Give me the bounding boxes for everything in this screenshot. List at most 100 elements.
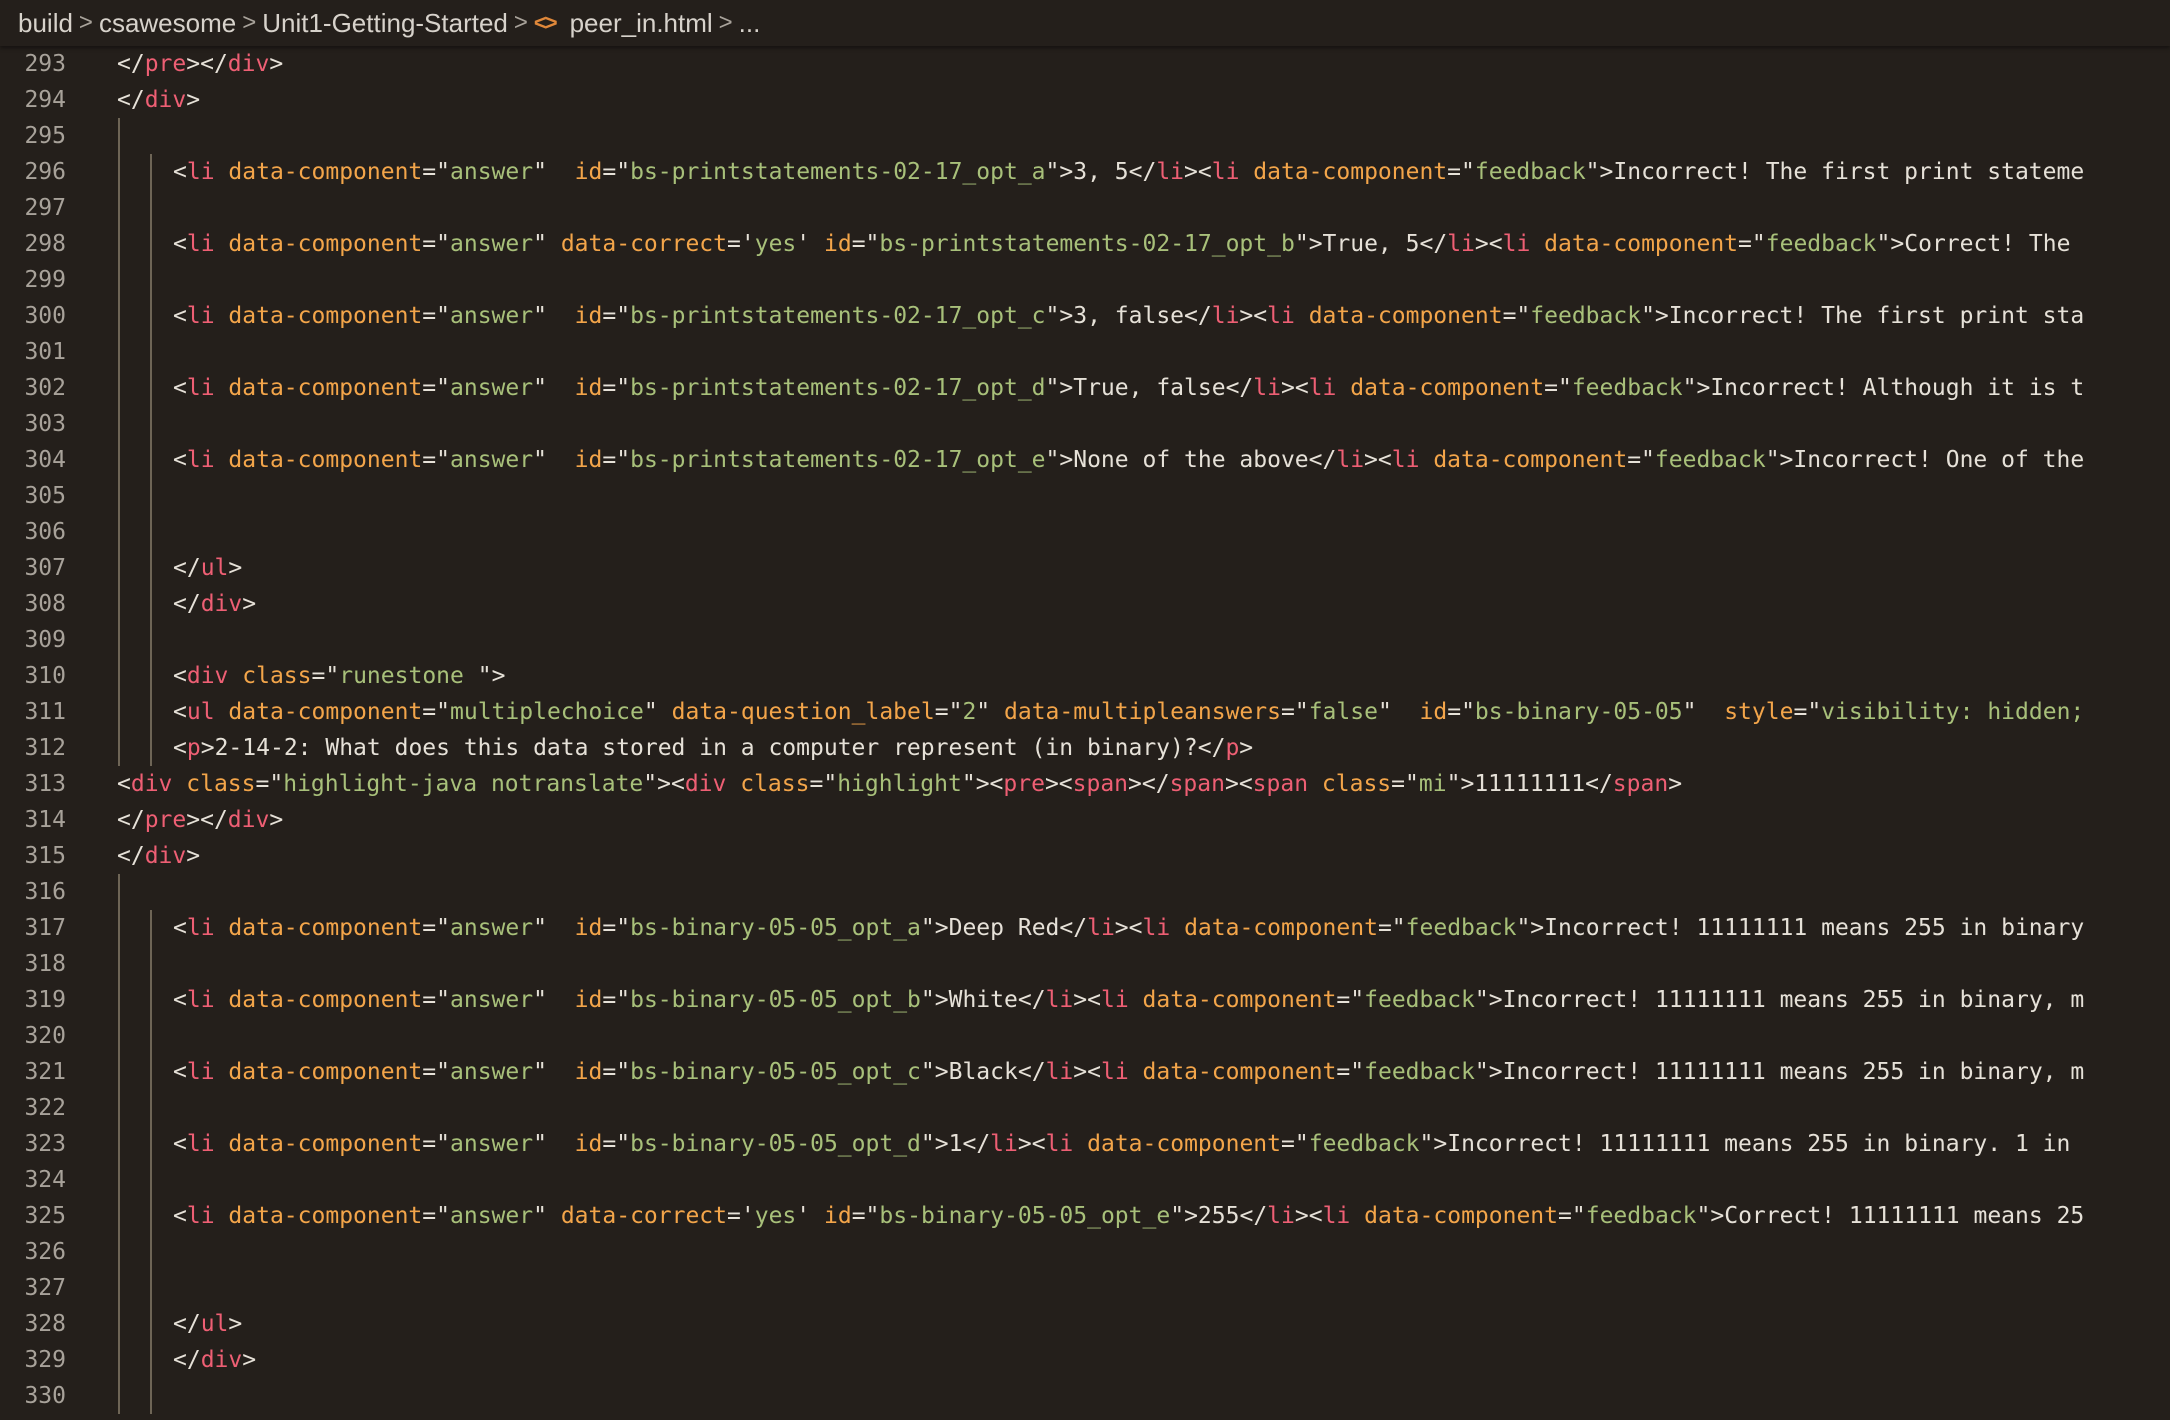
indent-guide xyxy=(118,874,120,910)
code-line[interactable]: 326 xyxy=(0,1234,2170,1270)
code-token: = xyxy=(422,447,437,473)
code-token: " xyxy=(616,303,631,329)
code-line[interactable]: 318 xyxy=(0,946,2170,982)
code-line[interactable]: 317 <li data-component="answer" id="bs-bi… xyxy=(0,910,2170,946)
code-token: </ xyxy=(117,807,145,833)
code-line[interactable]: 294 </div> xyxy=(0,82,2170,118)
code-line[interactable]: 312 <p>2-14-2: What does this data stored… xyxy=(0,730,2170,766)
code-token: " xyxy=(616,159,631,185)
code-token: < xyxy=(173,735,187,761)
code-token: " xyxy=(1294,1131,1309,1157)
line-content: <li data-component="answer" id="bs-binar… xyxy=(173,1054,2084,1090)
code-token: < xyxy=(173,447,187,473)
code-token: " xyxy=(436,159,451,185)
code-token: = xyxy=(255,771,270,797)
code-line[interactable]: 301 xyxy=(0,334,2170,370)
code-token: >< xyxy=(1017,1131,1046,1157)
code-line[interactable]: 310 <div class="runestone "> xyxy=(0,658,2170,694)
code-token: > xyxy=(228,1311,243,1337)
breadcrumb-item-file[interactable]: peer_in.html xyxy=(570,8,713,39)
code-line[interactable]: 295 xyxy=(0,118,2170,154)
code-line[interactable]: 298 <li data-component="answer" data-corr… xyxy=(0,226,2170,262)
code-line[interactable]: 324 xyxy=(0,1162,2170,1198)
code-line[interactable]: 306 xyxy=(0,514,2170,550)
code-line[interactable]: 319 <li data-component="answer" id="bs-bi… xyxy=(0,982,2170,1018)
code-token: > xyxy=(1308,231,1323,257)
code-line[interactable]: 309 xyxy=(0,622,2170,658)
code-line[interactable]: 322 xyxy=(0,1090,2170,1126)
code-token: >< xyxy=(1044,771,1073,797)
code-token: " xyxy=(1045,303,1060,329)
code-line[interactable]: 300 <li data-component="answer" id="bs-pr… xyxy=(0,298,2170,334)
line-content: <li data-component="answer" id="bs-print… xyxy=(173,442,2084,478)
line-content: </pre></div> xyxy=(117,46,283,82)
code-line[interactable]: 297 xyxy=(0,190,2170,226)
code-token: </ xyxy=(1128,159,1157,185)
line-number: 319 xyxy=(24,987,66,1013)
code-line[interactable]: 330 xyxy=(0,1378,2170,1414)
code-line[interactable]: 314 </pre></div> xyxy=(0,802,2170,838)
code-line[interactable]: 313 <div class="highlight-java notranslat… xyxy=(0,766,2170,802)
code-token: id xyxy=(823,231,852,257)
code-line[interactable]: 325 <li data-component="answer" data-corr… xyxy=(0,1198,2170,1234)
code-token: bs-binary-05-05_opt_c xyxy=(630,1059,921,1085)
code-line[interactable]: 316 xyxy=(0,874,2170,910)
code-line[interactable]: 315 </div> xyxy=(0,838,2170,874)
code-token: id xyxy=(574,987,603,1013)
code-line[interactable]: 299 xyxy=(0,262,2170,298)
code-token: 3, false xyxy=(1073,303,1185,329)
code-token: bs-printstatements-02-17_opt_d xyxy=(630,375,1046,401)
code-token: feedback xyxy=(1530,303,1642,329)
code-token: answer xyxy=(450,1059,534,1085)
code-token: bs-printstatements-02-17_opt_b xyxy=(879,231,1295,257)
breadcrumb-item-csawesome[interactable]: csawesome xyxy=(99,8,236,39)
code-line[interactable]: 308 </div> xyxy=(0,586,2170,622)
code-line[interactable]: 296 <li data-component="answer" id="bs-pr… xyxy=(0,154,2170,190)
code-token: feedback xyxy=(1308,1131,1420,1157)
breadcrumb-item-build[interactable]: build xyxy=(18,8,73,39)
code-token: data-question_label xyxy=(671,699,935,725)
code-token: None of the above xyxy=(1073,447,1309,473)
code-token: ' xyxy=(740,1203,755,1229)
code-area[interactable]: 293 </pre></div> 294 </div> 295 296 <li data-c… xyxy=(0,46,2170,1420)
code-token: " xyxy=(616,987,631,1013)
code-token: Incorrect! Although it is t xyxy=(1710,375,2085,401)
code-token: ul xyxy=(186,699,215,725)
line-number: 296 xyxy=(24,159,66,185)
line-content: </div> xyxy=(117,838,200,874)
code-line[interactable]: 328 </ul> xyxy=(0,1306,2170,1342)
breadcrumb-item-unit1[interactable]: Unit1-Getting-Started xyxy=(262,8,508,39)
code-token: = xyxy=(422,1059,437,1085)
breadcrumb-item-symbols[interactable]: ... xyxy=(739,8,761,39)
code-token: Incorrect! One of the xyxy=(1793,447,2085,473)
indent-guide xyxy=(118,586,120,622)
code-line[interactable]: 323 <li data-component="answer" id="bs-bi… xyxy=(0,1126,2170,1162)
code-token: < xyxy=(173,915,187,941)
code-line[interactable]: 293 </pre></div> xyxy=(0,46,2170,82)
code-line[interactable]: 320 xyxy=(0,1018,2170,1054)
code-line[interactable]: 304 <li data-component="answer" id="bs-pr… xyxy=(0,442,2170,478)
code-token: " xyxy=(961,771,976,797)
code-line[interactable]: 327 xyxy=(0,1270,2170,1306)
code-token: > xyxy=(1184,1203,1198,1229)
code-line[interactable]: 302 <li data-component="answer" id="bs-pr… xyxy=(0,370,2170,406)
code-token: span xyxy=(1612,771,1669,797)
code-token: > xyxy=(934,1059,949,1085)
code-line[interactable]: 307 </ul> xyxy=(0,550,2170,586)
code-token: " xyxy=(616,915,631,941)
code-token: " xyxy=(1751,231,1766,257)
code-line[interactable]: 329 </div> xyxy=(0,1342,2170,1378)
code-line[interactable]: 311 <ul data-component="multiplechoice" d… xyxy=(0,694,2170,730)
code-line[interactable]: 303 xyxy=(0,406,2170,442)
code-token: </ xyxy=(173,1311,201,1337)
code-line[interactable]: 305 xyxy=(0,478,2170,514)
code-line[interactable]: 321 <li data-component="answer" id="bs-bi… xyxy=(0,1054,2170,1090)
line-number: 326 xyxy=(24,1239,66,1265)
indent-guide xyxy=(118,982,120,1018)
code-editor[interactable]: build > csawesome > Unit1-Getting-Starte… xyxy=(0,0,2170,1420)
